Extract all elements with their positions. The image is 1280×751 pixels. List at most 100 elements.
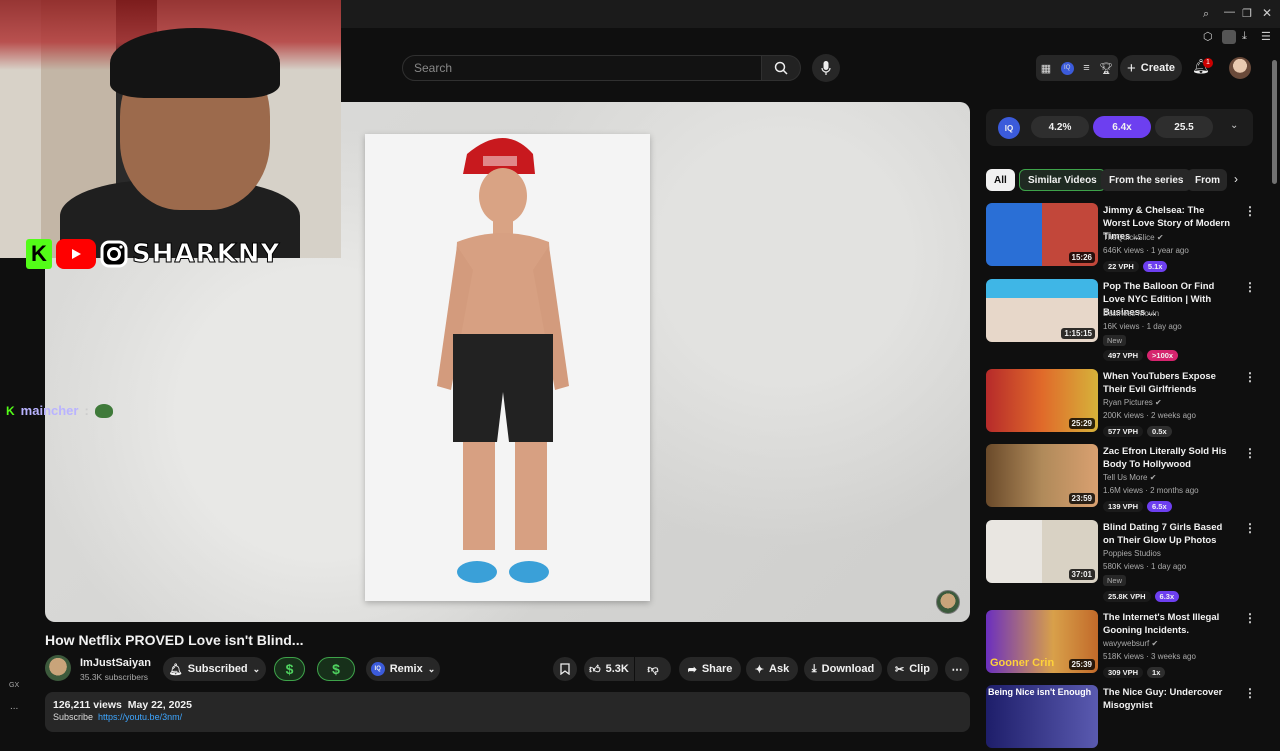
download-button[interactable]: ⤓ Download bbox=[804, 657, 882, 681]
like-button[interactable]: 👍︎ 5.3K bbox=[584, 657, 634, 681]
thumbs-down-icon: 👎︎ bbox=[647, 663, 659, 676]
share-button[interactable]: ➦ Share bbox=[679, 657, 741, 681]
subscribed-button[interactable]: 🔔︎ Subscribed ⌄ bbox=[163, 657, 266, 681]
thanks-button-1[interactable]: $ bbox=[274, 657, 305, 681]
related-badges: 25.8K VPH 6.3x bbox=[1103, 591, 1180, 602]
sidebar-scrollbar[interactable] bbox=[1272, 60, 1277, 184]
kick-chat-icon: K bbox=[6, 403, 15, 418]
metrics-chevron-icon[interactable]: ⌄ bbox=[1230, 120, 1238, 131]
dislike-button[interactable]: 👎︎ bbox=[635, 657, 671, 681]
description-box[interactable] bbox=[45, 692, 970, 732]
streamer-handle: SHARKNY bbox=[131, 239, 281, 270]
thanks-button-2[interactable]: $ bbox=[317, 657, 355, 681]
related-title[interactable]: Blind Dating 7 Girls Based on Their Glow… bbox=[1103, 521, 1233, 547]
download-icon: ⤓ bbox=[811, 662, 817, 675]
voice-search-button[interactable] bbox=[812, 54, 840, 82]
clip-button[interactable]: ✂ Clip bbox=[887, 657, 938, 681]
kebab-menu-icon[interactable]: ⋮ bbox=[1244, 686, 1256, 700]
vph-badge: 577 VPH bbox=[1103, 426, 1144, 437]
related-video[interactable]: 23:59 Zac Efron Literally Sold His Body … bbox=[986, 444, 1236, 512]
chips-next-icon[interactable]: › bbox=[1234, 172, 1238, 186]
description-link[interactable]: https://youtu.be/3nm/ bbox=[98, 712, 182, 722]
video-thumbnail[interactable]: 23:59 bbox=[986, 444, 1098, 507]
save-button[interactable] bbox=[553, 657, 577, 681]
channel-avatar[interactable] bbox=[45, 655, 71, 681]
browser-search-icon[interactable]: ⌕ bbox=[1203, 8, 1209, 21]
profile-icon[interactable] bbox=[1222, 30, 1236, 44]
video-duration: 15:26 bbox=[1068, 252, 1095, 263]
more-actions-button[interactable]: ⋯ bbox=[945, 657, 969, 681]
video-thumbnail[interactable]: 15:26 bbox=[986, 203, 1098, 266]
restore-icon[interactable]: ❐ bbox=[1242, 7, 1252, 20]
channel-watermark-avatar[interactable] bbox=[936, 590, 960, 614]
kebab-menu-icon[interactable]: ⋮ bbox=[1244, 370, 1256, 384]
kebab-menu-icon[interactable]: ⋮ bbox=[1244, 446, 1256, 460]
create-button[interactable]: + Create bbox=[1120, 55, 1182, 81]
related-channel[interactable]: Tell Us More ✔︎ bbox=[1103, 473, 1156, 482]
trophy-icon[interactable]: 🏆︎ bbox=[1099, 62, 1113, 75]
youtube-logo-icon bbox=[56, 239, 96, 269]
download-label: Download bbox=[821, 663, 875, 675]
related-title[interactable]: When YouTubers Expose Their Evil Girlfri… bbox=[1103, 370, 1233, 396]
thumbnail-caption: Being Nice isn't Enough bbox=[988, 687, 1092, 697]
sidebar-more-icon[interactable]: ... bbox=[10, 701, 18, 712]
webcam-overlay bbox=[0, 0, 341, 258]
frog-emote-icon bbox=[94, 403, 113, 418]
chip-from[interactable]: From bbox=[1187, 169, 1227, 191]
chip-all[interactable]: All bbox=[986, 169, 1015, 191]
related-channel[interactable]: Poppies Studios bbox=[1103, 549, 1161, 558]
metric-engagement[interactable]: 4.2% bbox=[1031, 116, 1089, 138]
remix-button[interactable]: IQ Remix ⌄ bbox=[366, 657, 440, 681]
video-duration: 25:39 bbox=[1068, 659, 1095, 670]
video-thumbnail[interactable]: 25:29 bbox=[986, 369, 1098, 432]
metric-outlier[interactable]: 6.4x bbox=[1093, 116, 1151, 138]
kebab-menu-icon[interactable]: ⋮ bbox=[1244, 204, 1256, 218]
related-meta: 16K views · 1 day ago bbox=[1103, 322, 1182, 331]
close-icon[interactable]: ✕ bbox=[1262, 6, 1272, 20]
related-channel[interactable]: Ryan Pictures ✔︎ bbox=[1103, 398, 1162, 407]
chip-similar-videos[interactable]: Similar Videos bbox=[1019, 169, 1106, 191]
ask-button[interactable]: ✦ Ask bbox=[746, 657, 798, 681]
kebab-menu-icon[interactable]: ⋮ bbox=[1244, 521, 1256, 535]
minimize-icon[interactable]: — bbox=[1224, 6, 1235, 18]
download-tray-icon[interactable]: ⤓ bbox=[1242, 30, 1247, 43]
search-button[interactable] bbox=[761, 55, 801, 81]
kebab-menu-icon[interactable]: ⋮ bbox=[1244, 611, 1256, 625]
list-icon[interactable]: ≡ bbox=[1083, 62, 1089, 74]
related-video[interactable]: 1:15:15 Pop The Balloon Or Find Love NYC… bbox=[986, 279, 1236, 361]
related-video[interactable]: 37:01 Blind Dating 7 Girls Based on Thei… bbox=[986, 520, 1236, 602]
subscribed-label: Subscribed bbox=[187, 663, 248, 675]
related-channel[interactable]: TheQuickSlice ✔︎ bbox=[1103, 233, 1164, 242]
extensions-icon[interactable]: ⬡ bbox=[1203, 30, 1213, 43]
video-thumbnail[interactable]: 1:15:15 bbox=[986, 279, 1098, 342]
video-thumbnail[interactable]: Gooner Crin 25:39 bbox=[986, 610, 1098, 673]
video-thumbnail[interactable]: 37:01 bbox=[986, 520, 1098, 583]
related-channel[interactable]: wavywebsurf ✔︎ bbox=[1103, 639, 1158, 648]
metric-score[interactable]: 25.5 bbox=[1155, 116, 1213, 138]
iq-ext-icon[interactable]: IQ bbox=[1060, 61, 1074, 75]
related-title[interactable]: Zac Efron Literally Sold His Body To Hol… bbox=[1103, 445, 1233, 471]
related-title[interactable]: The Nice Guy: Undercover Misogynist bbox=[1103, 686, 1233, 712]
channel-name[interactable]: ImJustSaiyan bbox=[80, 657, 151, 669]
vidiq-logo-icon[interactable]: IQ bbox=[998, 117, 1020, 139]
related-video[interactable]: Gooner Crin 25:39 The Internet's Most Il… bbox=[986, 610, 1236, 678]
video-thumbnail[interactable]: Being Nice isn't Enough bbox=[986, 685, 1098, 748]
kick-logo-icon: K bbox=[26, 239, 52, 269]
related-video[interactable]: 25:29 When YouTubers Expose Their Evil G… bbox=[986, 369, 1236, 437]
kebab-menu-icon[interactable]: ⋮ bbox=[1244, 280, 1256, 294]
browser-menu-icon[interactable]: ☰ bbox=[1261, 30, 1271, 43]
video-title: How Netflix PROVED Love isn't Blind... bbox=[45, 632, 304, 648]
chat-colon: : bbox=[84, 403, 89, 418]
search-input[interactable]: Search bbox=[402, 55, 762, 81]
grid-icon[interactable]: ▦ bbox=[1041, 62, 1051, 75]
account-avatar[interactable] bbox=[1229, 57, 1251, 79]
gx-label[interactable]: GX bbox=[9, 682, 19, 689]
video-duration: 37:01 bbox=[1068, 569, 1095, 580]
chip-from-series[interactable]: From the series bbox=[1101, 169, 1192, 191]
related-video[interactable]: Being Nice isn't Enough The Nice Guy: Un… bbox=[986, 685, 1236, 751]
related-channel[interactable]: Business Movin bbox=[1103, 309, 1159, 318]
related-title[interactable]: The Internet's Most Illegal Gooning Inci… bbox=[1103, 611, 1233, 637]
related-meta: 200K views · 2 weeks ago bbox=[1103, 411, 1196, 420]
related-video[interactable]: 15:26 Jimmy & Chelsea: The Worst Love St… bbox=[986, 203, 1236, 272]
upload-date: May 22, 2025 bbox=[127, 699, 192, 711]
